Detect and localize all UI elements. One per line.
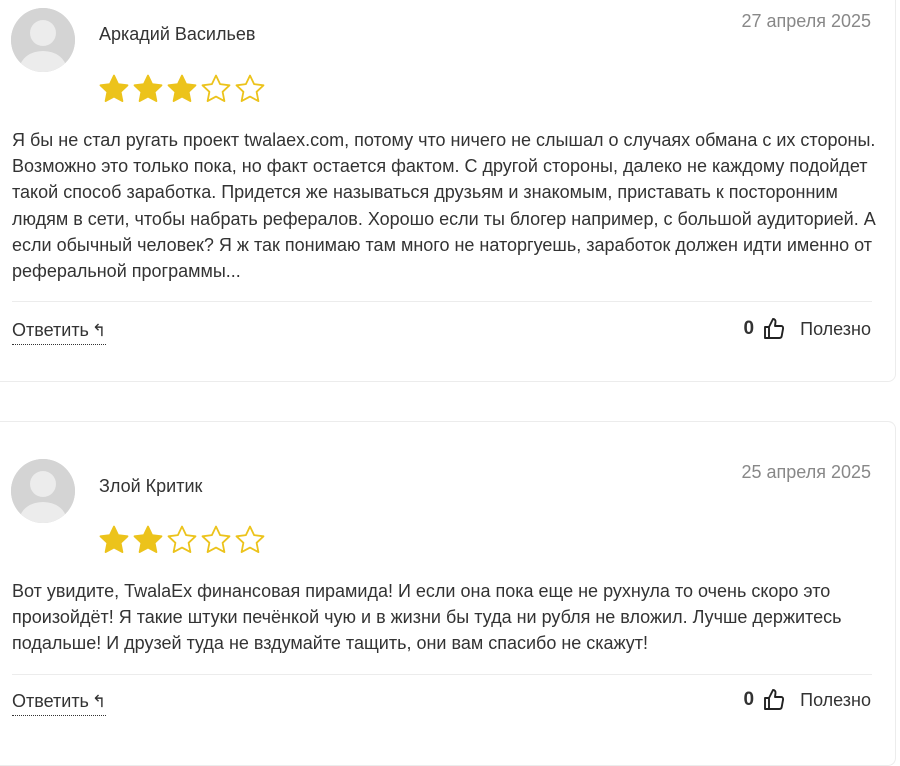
review-date: 27 апреля 2025 xyxy=(741,11,872,31)
review-author: Аркадий Васильев xyxy=(99,24,256,44)
star-rating xyxy=(98,524,266,556)
star-filled-icon xyxy=(99,74,129,102)
review-text: Я бы не стал ругать проект twalaex.com, … xyxy=(12,130,876,282)
reply-label: Ответить xyxy=(12,320,89,340)
star-filled-icon xyxy=(99,525,129,553)
reply-arrow-icon: ↰ xyxy=(91,692,107,711)
review-card: Аркадий Васильев 27 апреля 2025 Я бы не … xyxy=(0,0,896,382)
avatar xyxy=(11,8,75,72)
useful-button[interactable]: Полезно xyxy=(800,319,871,340)
like-count: 0 xyxy=(743,318,755,339)
divider xyxy=(12,674,872,675)
like-count: 0 xyxy=(743,689,755,710)
star-empty-icon xyxy=(167,525,197,553)
review-author: Злой Критик xyxy=(99,476,203,496)
star-empty-icon xyxy=(235,74,265,102)
star-rating xyxy=(98,73,266,105)
star-filled-icon xyxy=(167,74,197,102)
thumbs-up-icon[interactable] xyxy=(762,688,786,712)
reply-arrow-icon: ↰ xyxy=(91,321,107,340)
avatar xyxy=(11,459,75,523)
star-filled-icon xyxy=(133,74,163,102)
useful-button[interactable]: Полезно xyxy=(800,690,871,711)
star-empty-icon xyxy=(201,525,231,553)
useful-widget: 0 Полезно xyxy=(744,688,871,712)
user-silhouette-icon xyxy=(11,8,75,72)
reply-label: Ответить xyxy=(12,691,89,711)
user-silhouette-icon xyxy=(11,459,75,523)
useful-widget: 0 Полезно xyxy=(744,317,871,341)
review-text: Вот увидите, TwalaEx финансовая пирамида… xyxy=(12,581,842,654)
reply-button[interactable]: Ответить ↰ xyxy=(12,691,107,716)
review-date: 25 апреля 2025 xyxy=(741,462,872,482)
divider xyxy=(12,301,872,302)
star-empty-icon xyxy=(235,525,265,553)
reply-button[interactable]: Ответить ↰ xyxy=(12,320,107,345)
review-card: Злой Критик 25 апреля 2025 Вот увидите, … xyxy=(0,421,896,766)
star-filled-icon xyxy=(133,525,163,553)
star-empty-icon xyxy=(201,74,231,102)
thumbs-up-icon[interactable] xyxy=(762,317,786,341)
